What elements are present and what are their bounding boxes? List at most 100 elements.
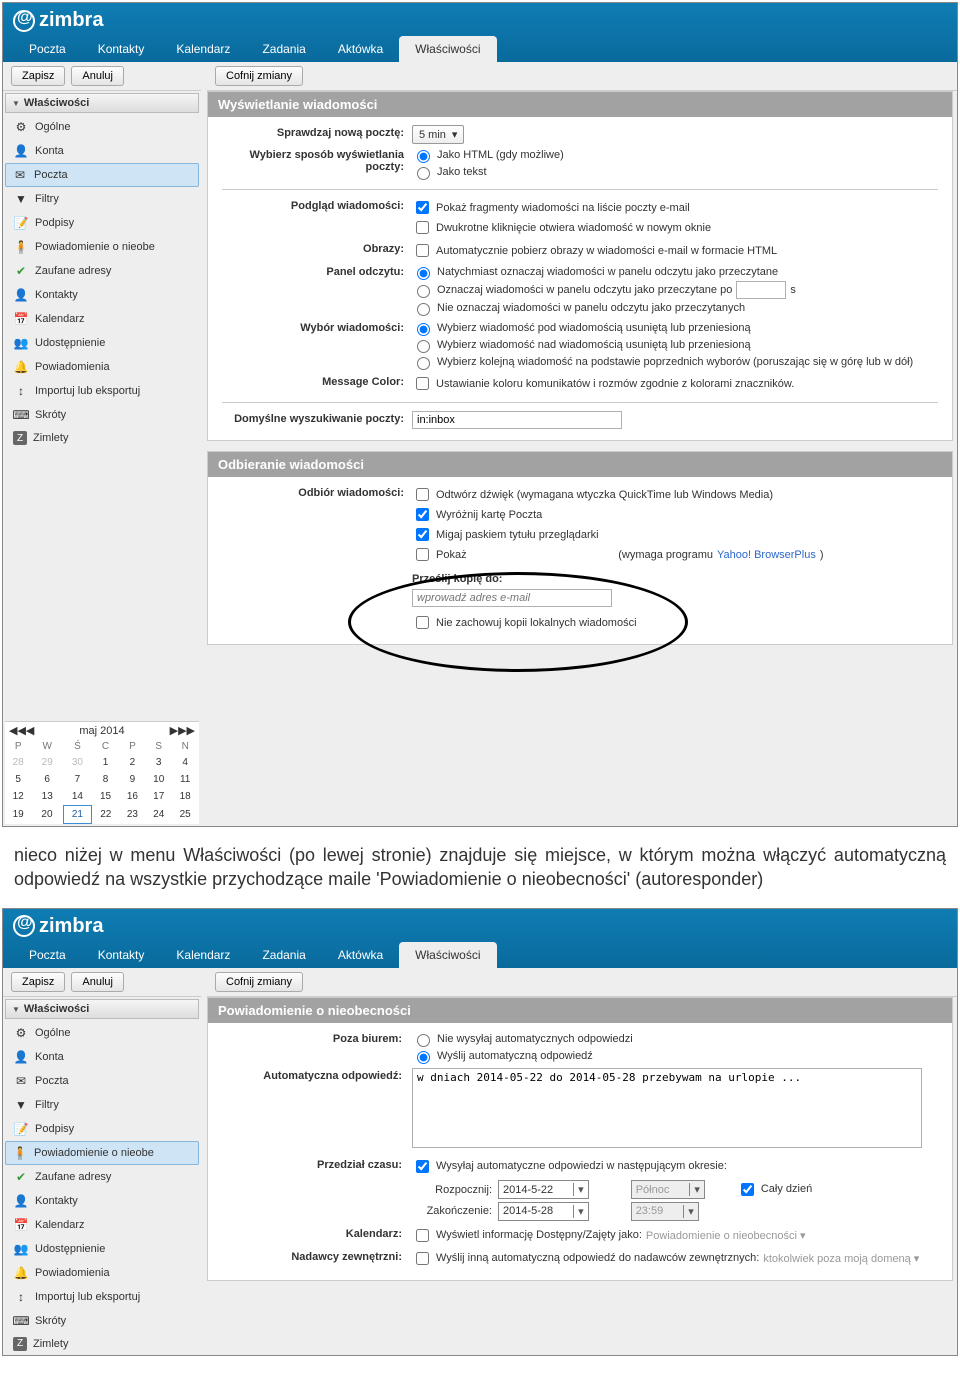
display-text-input[interactable] <box>417 167 430 180</box>
cal-day-today[interactable]: 21 <box>63 806 92 824</box>
cal-day[interactable]: 8 <box>92 771 119 788</box>
sidebar-item-powiadomienia[interactable]: 🔔Powiadomienia <box>3 1261 201 1285</box>
select-prev-input[interactable] <box>417 357 430 370</box>
cal-day[interactable]: 9 <box>119 771 145 788</box>
msgcolor-input[interactable] <box>416 377 429 390</box>
cancel-button[interactable]: Anuluj <box>71 66 124 86</box>
cal-day[interactable]: 24 <box>146 806 172 824</box>
cal-day[interactable]: 20 <box>31 806 63 824</box>
highlight-tab-check[interactable]: Wyróżnij kartę Poczta <box>412 505 938 524</box>
sidebar-item-kalendarz[interactable]: 📅Kalendarz <box>3 307 201 331</box>
play-sound-input[interactable] <box>416 488 429 501</box>
images-auto-input[interactable] <box>416 244 429 257</box>
images-auto-check[interactable]: Automatycznie pobierz obrazy w wiadomośc… <box>412 241 938 260</box>
sidebar-item-zimlety[interactable]: ZZimlety <box>3 427 201 449</box>
reading-immediate-radio[interactable]: Natychmiast oznaczaj wiadomości w panelu… <box>412 264 938 280</box>
undo-button[interactable]: Cofnij zmiany <box>215 972 303 992</box>
sidebar-header[interactable]: Właściwości <box>5 93 199 113</box>
sidebar-header[interactable]: Właściwości <box>5 999 199 1019</box>
sidebar-item-ooo[interactable]: 🧍Powiadomienie o nieobe <box>5 1141 199 1165</box>
tab-kontakty[interactable]: Kontakty <box>82 942 161 968</box>
cal-busy-value[interactable]: Powiadomienie o nieobecności ▾ <box>646 1229 806 1242</box>
preview-snippets-check[interactable]: Pokaż fragmenty wiadomości na liście poc… <box>412 198 938 217</box>
select-above-radio[interactable]: Wybierz wiadomość nad wiadomością usunię… <box>412 337 938 353</box>
reading-after-radio[interactable]: Oznaczaj wiadomości w panelu odczytu jak… <box>412 281 938 299</box>
check-interval-dropdown[interactable]: 5 min ▾ <box>412 125 464 144</box>
sidebar-item-kontakty[interactable]: 👤Kontakty <box>3 1189 201 1213</box>
sidebar-item-import[interactable]: ↕Importuj lub eksportuj <box>3 1285 201 1309</box>
no-local-copy-input[interactable] <box>416 616 429 629</box>
preview-snippets-input[interactable] <box>416 201 429 214</box>
cal-day[interactable]: 11 <box>172 771 199 788</box>
popup-check[interactable]: Pokaż (wymaga programu Yahoo! BrowserPlu… <box>412 545 938 564</box>
reading-immediate-input[interactable] <box>417 267 430 280</box>
select-prev-radio[interactable]: Wybierz kolejną wiadomość na podstawie p… <box>412 354 938 370</box>
cal-day[interactable]: 2 <box>119 754 145 771</box>
cal-day[interactable]: 16 <box>119 788 145 806</box>
cal-day[interactable]: 7 <box>63 771 92 788</box>
ext-domain-value[interactable]: ktokolwiek poza moją domeną ▾ <box>763 1252 919 1265</box>
sidebar-item-filtry[interactable]: ▼Filtry <box>3 1093 201 1117</box>
sidebar-item-udostepnienie[interactable]: 👥Udostępnienie <box>3 331 201 355</box>
flash-title-check[interactable]: Migaj paskiem tytułu przeglądarki <box>412 525 938 544</box>
away-no-input[interactable] <box>417 1034 430 1047</box>
sidebar-item-poczta[interactable]: ✉Poczta <box>5 163 199 187</box>
sidebar-item-filtry[interactable]: ▼Filtry <box>3 187 201 211</box>
display-text-radio[interactable]: Jako tekst <box>412 164 938 180</box>
sidebar-item-powiadomienia[interactable]: 🔔Powiadomienia <box>3 355 201 379</box>
end-time-picker[interactable]: 23:59▾ <box>631 1202 699 1221</box>
cal-day[interactable]: 14 <box>63 788 92 806</box>
allday-input[interactable] <box>741 1183 754 1196</box>
reply-textarea[interactable] <box>412 1068 922 1148</box>
sidebar-item-konta[interactable]: 👤Konta <box>3 139 201 163</box>
sidebar-item-konta[interactable]: 👤Konta <box>3 1045 201 1069</box>
tab-wlasciwosci[interactable]: Właściwości <box>399 36 496 62</box>
cal-prev-year-icon[interactable]: ◀◀ <box>9 724 26 737</box>
sidebar-item-poczta[interactable]: ✉Poczta <box>3 1069 201 1093</box>
reading-after-input[interactable] <box>417 285 430 298</box>
cal-day[interactable]: 25 <box>172 806 199 824</box>
cal-day[interactable]: 4 <box>172 754 199 771</box>
cal-day[interactable]: 1 <box>92 754 119 771</box>
cal-day[interactable]: 22 <box>92 806 119 824</box>
display-html-radio[interactable]: Jako HTML (gdy możliwe) <box>412 147 938 163</box>
start-date-picker[interactable]: 2014-5-22▾ <box>498 1180 589 1199</box>
sidebar-item-zimlety[interactable]: ZZimlety <box>3 1333 201 1355</box>
cal-day[interactable]: 15 <box>92 788 119 806</box>
sidebar-item-podpisy[interactable]: 📝Podpisy <box>3 211 201 235</box>
sidebar-item-import[interactable]: ↕Importuj lub eksportuj <box>3 379 201 403</box>
cancel-button[interactable]: Anuluj <box>71 972 124 992</box>
cal-day[interactable]: 30 <box>63 754 92 771</box>
sidebar-item-podpisy[interactable]: 📝Podpisy <box>3 1117 201 1141</box>
cal-day[interactable]: 6 <box>31 771 63 788</box>
browserplus-link[interactable]: Yahoo! BrowserPlus <box>717 549 816 561</box>
allday-check[interactable]: Cały dzień <box>737 1180 812 1199</box>
tab-kalendarz[interactable]: Kalendarz <box>160 36 246 62</box>
tab-poczta[interactable]: Poczta <box>13 942 82 968</box>
ext-send-input[interactable] <box>416 1252 429 1265</box>
tab-zadania[interactable]: Zadania <box>246 942 321 968</box>
select-below-radio[interactable]: Wybierz wiadomość pod wiadomością usunię… <box>412 320 938 336</box>
popup-input[interactable] <box>416 548 429 561</box>
tab-kontakty[interactable]: Kontakty <box>82 36 161 62</box>
sidebar-item-ogolne[interactable]: ⚙Ogólne <box>3 1021 201 1045</box>
forward-email-input[interactable] <box>412 589 612 607</box>
cal-day[interactable]: 12 <box>5 788 31 806</box>
tab-poczta[interactable]: Poczta <box>13 36 82 62</box>
tab-wlasciwosci[interactable]: Właściwości <box>399 942 496 968</box>
sidebar-item-kontakty[interactable]: 👤Kontakty <box>3 283 201 307</box>
away-yes-radio[interactable]: Wyślij automatyczną odpowiedź <box>412 1048 938 1064</box>
save-button[interactable]: Zapisz <box>11 66 65 86</box>
play-sound-check[interactable]: Odtwórz dźwięk (wymagana wtyczka QuickTi… <box>412 485 938 504</box>
msgcolor-check[interactable]: Ustawianie koloru komunikatów i rozmów z… <box>412 374 938 393</box>
cal-day[interactable]: 10 <box>146 771 172 788</box>
period-send-input[interactable] <box>416 1160 429 1173</box>
cal-day[interactable]: 5 <box>5 771 31 788</box>
tab-zadania[interactable]: Zadania <box>246 36 321 62</box>
sidebar-item-zaufane[interactable]: ✔Zaufane adresy <box>3 1165 201 1189</box>
preview-dblclick-check[interactable]: Dwukrotne kliknięcie otwiera wiadomość w… <box>412 218 938 237</box>
sidebar-item-ooo[interactable]: 🧍Powiadomienie o nieobe <box>3 235 201 259</box>
sidebar-item-ogolne[interactable]: ⚙Ogólne <box>3 115 201 139</box>
cal-day[interactable]: 19 <box>5 806 31 824</box>
select-below-input[interactable] <box>417 323 430 336</box>
